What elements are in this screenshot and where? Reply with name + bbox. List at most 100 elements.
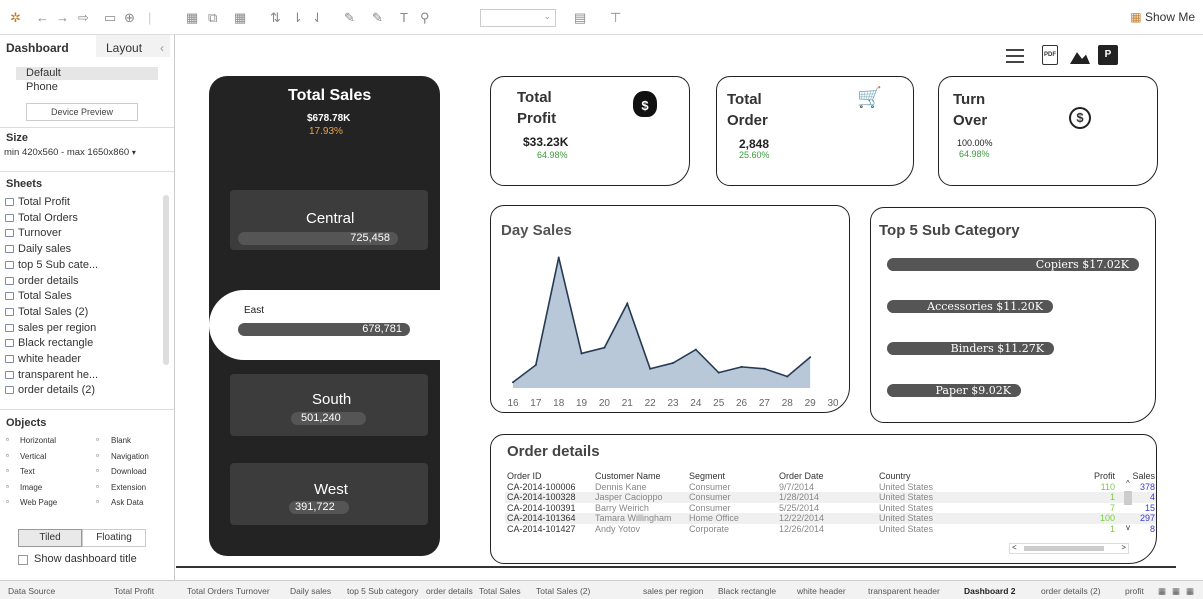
column-header[interactable]: Segment <box>687 471 777 482</box>
table-row[interactable]: CA-2014-101427 Andy Yotov Corporate 12/26/2… <box>505 524 1156 535</box>
sheet-item[interactable]: Total Profit <box>5 196 70 208</box>
top5-bar[interactable]: Binders $11.27K <box>887 342 1054 355</box>
scroll-right-icon[interactable]: > <box>1121 543 1126 552</box>
sheet-tab[interactable]: Daily sales <box>290 586 331 596</box>
sheet-item[interactable]: order details (2) <box>5 384 95 396</box>
tab-new-worksheet-icon[interactable]: ▦ <box>1158 586 1166 597</box>
sheet-tab[interactable]: transparent header <box>868 586 940 596</box>
pdf-export-icon[interactable]: PDF <box>1042 45 1058 65</box>
device-preview-button[interactable]: Device Preview <box>26 103 138 121</box>
object-item[interactable]: Download <box>111 467 147 476</box>
add-datasource-icon[interactable]: ⊕ <box>124 10 135 26</box>
sheet-tab[interactable]: order details <box>426 586 473 596</box>
sort-desc-icon[interactable]: ⇃ <box>312 10 323 26</box>
sheet-tab[interactable]: Total Sales <box>479 586 521 596</box>
tab-dashboard[interactable]: Dashboard <box>0 35 96 57</box>
save-icon[interactable]: ▭ <box>104 10 116 26</box>
sheet-item[interactable]: Black rectangle <box>5 337 93 349</box>
object-item[interactable]: Extension <box>111 483 146 492</box>
top5-bar[interactable]: Paper $9.02K <box>887 384 1021 397</box>
top5-bar[interactable]: Copiers $17.02K <box>887 258 1139 271</box>
collapse-icon[interactable]: ‹ <box>160 41 164 55</box>
sheet-item[interactable]: transparent he... <box>5 369 98 381</box>
sheet-item[interactable]: order details <box>5 275 79 287</box>
undo-icon[interactable]: ← <box>36 10 49 26</box>
sheet-tab[interactable]: profit <box>1125 586 1144 596</box>
table-horizontal-scrollbar[interactable]: < > <box>1009 543 1129 554</box>
replay-icon[interactable]: ⇨ <box>78 10 89 26</box>
top5-bar[interactable]: Accessories $11.20K <box>887 300 1053 313</box>
column-header[interactable]: Profit <box>1027 471 1117 482</box>
object-item[interactable]: Horizontal <box>20 436 56 445</box>
label-icon[interactable]: T <box>400 10 408 26</box>
tableau-logo-icon[interactable]: ✲ <box>10 10 21 26</box>
sheet-tab[interactable]: Total Profit <box>114 586 154 596</box>
table-row[interactable]: CA-2014-100006 Dennis Kane Consumer 9/7/201… <box>505 482 1156 493</box>
tab-layout[interactable]: Layout ‹ <box>96 35 170 57</box>
sheet-tab[interactable]: Total Orders <box>187 586 233 596</box>
powerpoint-export-icon[interactable]: P <box>1098 45 1118 65</box>
object-item[interactable]: Text <box>20 467 35 476</box>
table-row[interactable]: CA-2014-100391 Barry Weirich Consumer 5/25/… <box>505 503 1156 514</box>
object-item[interactable]: Image <box>20 483 42 492</box>
sheet-item[interactable]: Daily sales <box>5 243 71 255</box>
pin-icon[interactable]: ⚲ <box>420 10 430 26</box>
object-item[interactable]: Web Page <box>20 498 57 507</box>
sheet-item[interactable]: white header <box>5 353 81 365</box>
menu-icon[interactable] <box>1006 49 1024 63</box>
tab-active-sheet[interactable]: Dashboard 2 <box>964 586 1016 596</box>
show-cards-icon[interactable]: ▤ <box>574 10 586 26</box>
column-header[interactable]: Customer Name <box>593 471 687 482</box>
tab-new-dashboard-icon[interactable]: ▦ <box>1172 586 1180 597</box>
sheet-item[interactable]: Total Sales <box>5 290 72 302</box>
new-worksheet-icon[interactable]: ▦ <box>186 10 198 26</box>
scroll-left-icon[interactable]: < <box>1012 543 1017 552</box>
clear-sheet-icon[interactable]: ▦ <box>234 10 246 26</box>
column-header[interactable]: Country <box>877 471 1027 482</box>
fit-dropdown[interactable]: ⌄ <box>480 9 556 27</box>
swap-icon[interactable]: ⇅ <box>270 10 281 26</box>
sheet-tab[interactable]: sales per region <box>643 586 703 596</box>
device-default[interactable]: Default <box>16 67 158 80</box>
sheet-tab[interactable]: Black rectangle <box>718 586 776 596</box>
object-item[interactable]: Vertical <box>20 452 46 461</box>
redo-icon[interactable]: → <box>56 10 69 26</box>
size-dropdown[interactable]: min 420x560 - max 1650x860 ▾ <box>4 147 136 158</box>
sheet-item[interactable]: Turnover <box>5 227 62 239</box>
image-export-icon[interactable] <box>1070 52 1090 64</box>
show-title-checkbox[interactable] <box>18 555 28 565</box>
tiled-button[interactable]: Tiled <box>18 529 82 547</box>
column-header[interactable]: Order Date <box>777 471 877 482</box>
object-item[interactable]: Navigation <box>111 452 149 461</box>
table-row[interactable]: CA-2014-101364 Tamara Willingham Home Offi… <box>505 513 1156 524</box>
sheet-tab[interactable]: Turnover <box>236 586 270 596</box>
sheets-scrollbar[interactable] <box>163 195 169 365</box>
table-row[interactable]: CA-2014-100328 Jasper Cacioppo Consumer 1/2… <box>505 492 1156 503</box>
column-header[interactable]: Order ID <box>505 471 593 482</box>
scroll-down-icon[interactable]: v <box>1126 523 1130 532</box>
sheet-item[interactable]: top 5 Sub cate... <box>5 259 98 271</box>
sheet-item[interactable]: sales per region <box>5 322 96 334</box>
sort-asc-icon[interactable]: ⇂ <box>292 10 303 26</box>
tab-new-story-icon[interactable]: ▦ <box>1186 586 1194 597</box>
presentation-icon[interactable]: ⊤ <box>610 10 621 26</box>
sheet-tab[interactable]: Data Source <box>8 586 55 596</box>
object-item[interactable]: Blank <box>111 436 131 445</box>
device-phone[interactable]: Phone <box>26 81 58 93</box>
floating-button[interactable]: Floating <box>82 529 146 547</box>
sheet-item[interactable]: Total Sales (2) <box>5 306 88 318</box>
sheet-tab[interactable]: Total Sales (2) <box>536 586 590 596</box>
scroll-thumb[interactable] <box>1024 546 1104 551</box>
scroll-up-icon[interactable]: ^ <box>1126 479 1130 488</box>
sheet-item[interactable]: Total Orders <box>5 212 78 224</box>
sheet-tab[interactable]: order details (2) <box>1041 586 1101 596</box>
table-vertical-scrollbar[interactable]: ^ v <box>1123 479 1135 535</box>
sheet-tab[interactable]: white header <box>797 586 846 596</box>
scroll-thumb[interactable] <box>1124 491 1132 505</box>
sheet-tab[interactable]: top 5 Sub category <box>347 586 418 596</box>
highlight-icon[interactable]: ✎ <box>344 10 355 26</box>
group-icon[interactable]: ✎ <box>372 10 383 26</box>
duplicate-icon[interactable]: ⧉ <box>208 10 217 26</box>
show-me-button[interactable]: ▦ Show Me <box>1130 10 1195 24</box>
object-item[interactable]: Ask Data <box>111 498 143 507</box>
